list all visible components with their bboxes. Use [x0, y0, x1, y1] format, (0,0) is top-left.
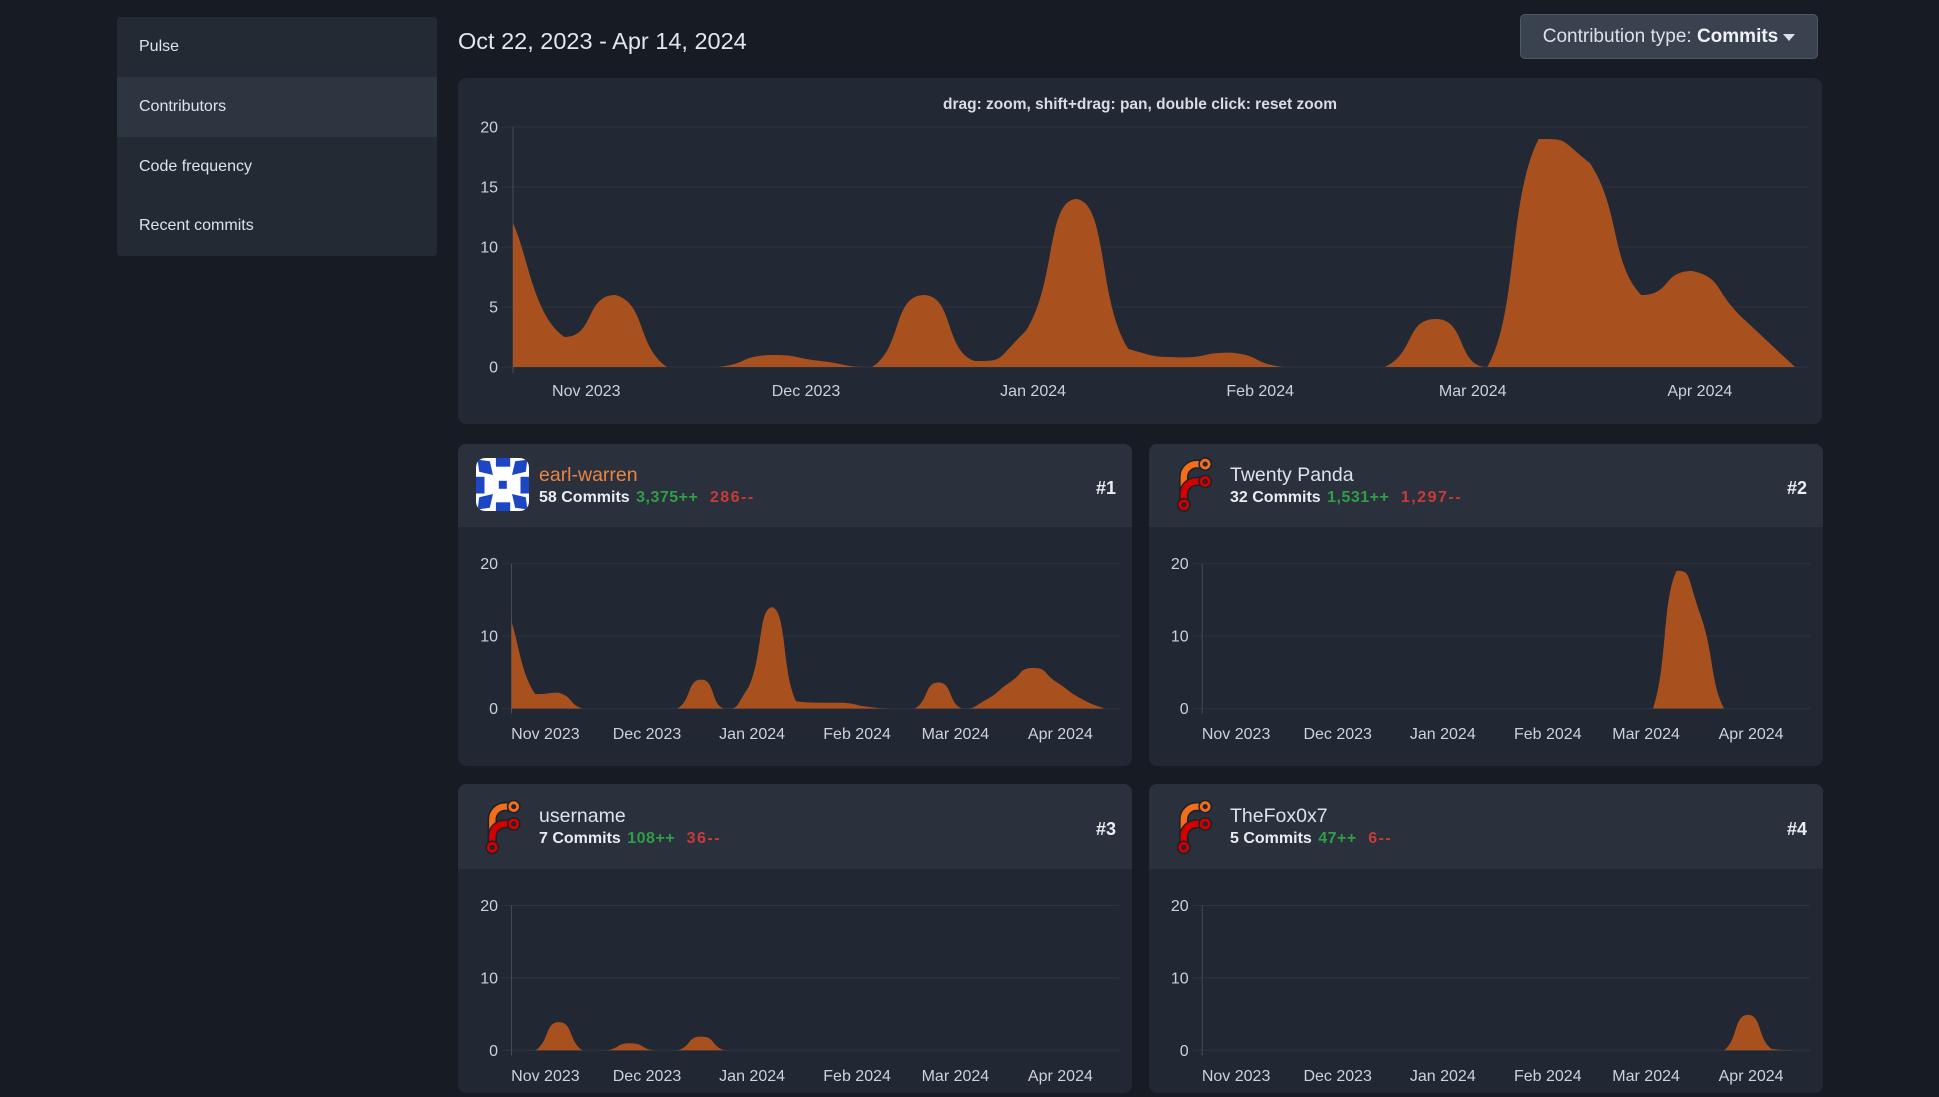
- svg-text:Jan 2024: Jan 2024: [719, 726, 785, 743]
- svg-text:0: 0: [1180, 701, 1189, 718]
- svg-text:Feb 2024: Feb 2024: [1514, 726, 1582, 743]
- svg-text:20: 20: [480, 120, 498, 137]
- svg-text:Jan 2024: Jan 2024: [1410, 1068, 1476, 1085]
- svg-text:Jan 2024: Jan 2024: [719, 1068, 785, 1085]
- svg-text:Mar 2024: Mar 2024: [1612, 726, 1680, 743]
- svg-text:Apr 2024: Apr 2024: [1028, 726, 1093, 743]
- svg-text:Mar 2024: Mar 2024: [1439, 383, 1507, 400]
- svg-text:0: 0: [1180, 1043, 1189, 1060]
- svg-text:Mar 2024: Mar 2024: [922, 1068, 990, 1085]
- svg-text:10: 10: [480, 240, 498, 257]
- svg-text:10: 10: [480, 971, 498, 988]
- svg-text:Dec 2023: Dec 2023: [772, 383, 841, 400]
- svg-text:20: 20: [480, 556, 498, 573]
- svg-text:15: 15: [480, 180, 498, 197]
- svg-text:Nov 2023: Nov 2023: [1202, 726, 1271, 743]
- svg-text:20: 20: [1171, 898, 1189, 915]
- svg-text:20: 20: [480, 898, 498, 915]
- svg-text:0: 0: [489, 701, 498, 718]
- svg-text:Feb 2024: Feb 2024: [1514, 1068, 1582, 1085]
- svg-text:Mar 2024: Mar 2024: [922, 726, 990, 743]
- svg-text:Jan 2024: Jan 2024: [1410, 726, 1476, 743]
- svg-text:Feb 2024: Feb 2024: [823, 1068, 891, 1085]
- svg-text:Dec 2023: Dec 2023: [613, 1068, 682, 1085]
- svg-text:Nov 2023: Nov 2023: [552, 383, 621, 400]
- svg-text:Feb 2024: Feb 2024: [823, 726, 891, 743]
- svg-text:Dec 2023: Dec 2023: [1303, 726, 1372, 743]
- svg-text:Apr 2024: Apr 2024: [1719, 726, 1784, 743]
- svg-text:20: 20: [1171, 556, 1189, 573]
- svg-text:Feb 2024: Feb 2024: [1226, 383, 1294, 400]
- svg-text:Apr 2024: Apr 2024: [1719, 1068, 1784, 1085]
- svg-text:Mar 2024: Mar 2024: [1612, 1068, 1680, 1085]
- svg-text:10: 10: [1171, 629, 1189, 646]
- svg-text:5: 5: [489, 300, 498, 317]
- svg-text:10: 10: [480, 629, 498, 646]
- svg-text:Nov 2023: Nov 2023: [1202, 1068, 1271, 1085]
- svg-text:10: 10: [1171, 971, 1189, 988]
- svg-text:Apr 2024: Apr 2024: [1028, 1068, 1093, 1085]
- svg-text:Dec 2023: Dec 2023: [613, 726, 682, 743]
- svg-text:Nov 2023: Nov 2023: [511, 726, 580, 743]
- svg-text:Jan 2024: Jan 2024: [1000, 383, 1066, 400]
- svg-text:Nov 2023: Nov 2023: [511, 1068, 580, 1085]
- svg-text:Apr 2024: Apr 2024: [1667, 383, 1732, 400]
- svg-text:0: 0: [489, 1043, 498, 1060]
- svg-text:Dec 2023: Dec 2023: [1303, 1068, 1372, 1085]
- svg-text:0: 0: [489, 360, 498, 377]
- svg-text:drag: zoom, shift+drag: pan, d: drag: zoom, shift+drag: pan, double clic…: [943, 96, 1337, 113]
